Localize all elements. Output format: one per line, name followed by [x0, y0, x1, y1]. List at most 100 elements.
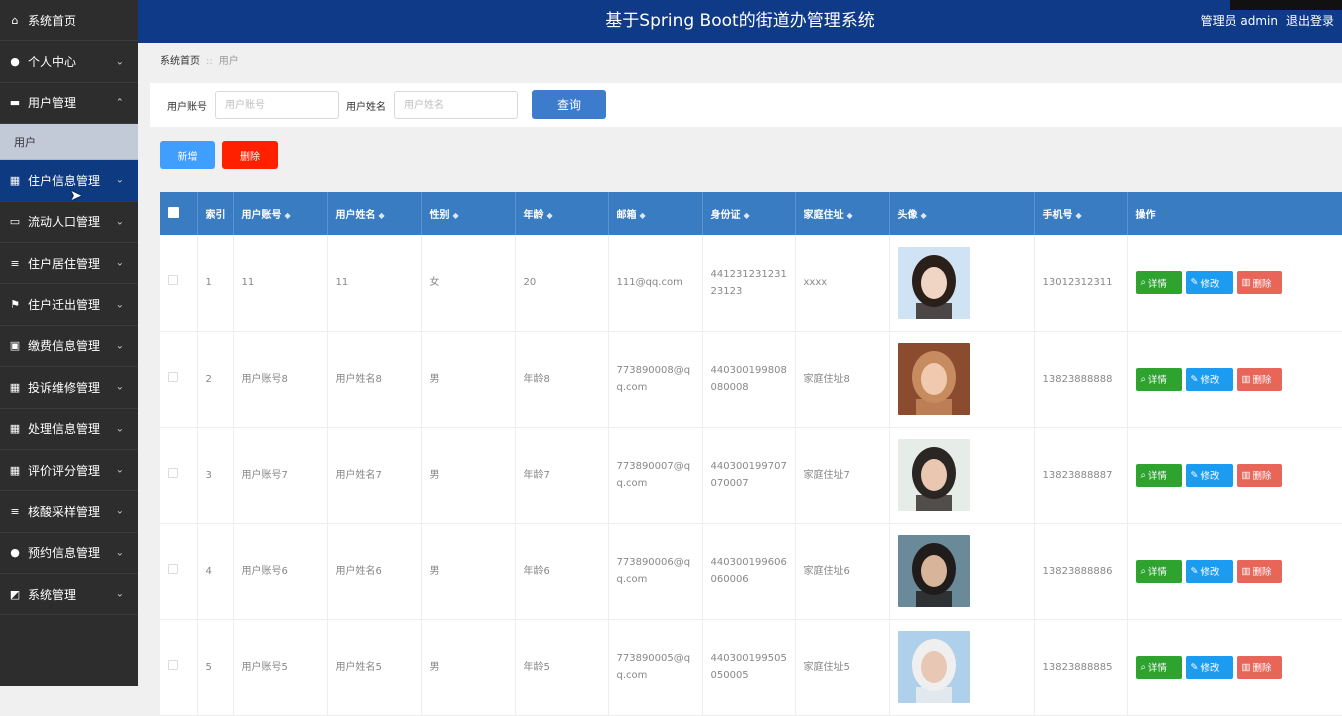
sidebar-item-appointment[interactable]: ● 预约信息管理 ⌄ [0, 533, 138, 575]
sidebar-item-payment[interactable]: ▣ 缴费信息管理 ⌄ [0, 326, 138, 368]
cell-age: 年龄5 [515, 619, 609, 716]
cell-index: 1 [197, 235, 234, 332]
header-avatar[interactable]: 头像 ◆ [889, 192, 1035, 235]
cell-avatar [889, 235, 1035, 332]
cell-phone: 13823888888 [1034, 331, 1128, 428]
chevron-down-icon: ⌄ [115, 588, 124, 600]
account-input[interactable] [215, 91, 339, 119]
delete-button[interactable]: ▥ 删除 [1236, 463, 1282, 487]
row-select-cell[interactable] [160, 427, 198, 524]
query-button[interactable]: 查询 [532, 90, 606, 119]
sidebar-item-user-management[interactable]: ▬ 用户管理 ⌃ [0, 83, 138, 125]
sort-icon[interactable]: ◆ [640, 211, 646, 220]
sidebar-item-move-out[interactable]: ⚑ 住户迁出管理 ⌄ [0, 284, 138, 326]
sidebar-item-system[interactable]: ◩ 系统管理 ⌄ [0, 574, 138, 616]
cell-phone: 13823888885 [1034, 619, 1128, 716]
cell-email: 773890005@qq.com [608, 619, 703, 716]
sort-icon[interactable]: ◆ [285, 211, 291, 220]
sidebar-item-label: 系统管理 [28, 587, 77, 602]
row-select-cell[interactable] [160, 523, 198, 620]
row-checkbox[interactable] [168, 371, 178, 382]
header-email[interactable]: 邮箱 ◆ [608, 192, 703, 235]
cell-id-card: 440300199808080008 [702, 331, 796, 428]
sidebar-item-nucleic-acid[interactable]: ≡ 核酸采样管理 ⌄ [0, 491, 138, 533]
edit-icon: ✎ [1190, 373, 1199, 385]
edit-button[interactable]: ✎ 修改 [1185, 463, 1233, 487]
delete-button[interactable]: ▥ 删除 [1236, 271, 1282, 295]
row-select-cell[interactable] [160, 619, 198, 716]
row-checkbox[interactable] [168, 467, 178, 478]
header-phone[interactable]: 手机号 ◆ [1034, 192, 1128, 235]
sidebar-item-home[interactable]: ⌂ 系统首页 [0, 0, 138, 42]
row-checkbox[interactable] [168, 275, 178, 286]
sidebar-item-personal-center[interactable]: ● 个人中心 ⌄ [0, 41, 138, 83]
top-header: 基于Spring Boot的街道办管理系统 管理员 admin 退出登录 [138, 0, 1342, 43]
sidebar-subitem-user[interactable]: 用户 [0, 124, 138, 161]
sidebar-item-floating-population[interactable]: ▭ 流动人口管理 ⌄ [0, 202, 138, 243]
sidebar-item-complaint[interactable]: ▦ 投诉维修管理 ⌄ [0, 367, 138, 409]
avatar-image [897, 439, 970, 511]
sort-icon[interactable]: ◆ [744, 211, 750, 220]
sidebar-item-processing[interactable]: ▦ 处理信息管理 ⌄ [0, 409, 138, 450]
delete-button[interactable]: ▥ 删除 [1236, 559, 1282, 583]
chevron-down-icon: ⌄ [115, 174, 124, 186]
sort-icon[interactable]: ◆ [453, 211, 459, 220]
breadcrumb-home[interactable]: 系统首页 [160, 56, 200, 67]
cell-name: 用户姓名7 [327, 427, 422, 524]
mouse-cursor-icon: ➤ [70, 188, 82, 204]
sort-icon[interactable]: ◆ [379, 211, 385, 220]
sort-icon[interactable]: ◆ [547, 211, 553, 220]
delete-button[interactable]: ▥ 删除 [1236, 367, 1282, 391]
row-checkbox[interactable] [168, 563, 178, 574]
row-select-cell[interactable] [160, 331, 198, 428]
name-input[interactable] [394, 91, 518, 119]
cell-actions: ⌕ 详情 ✎ 修改 ▥ 删除 [1127, 523, 1342, 620]
header-name[interactable]: 用户姓名 ◆ [327, 192, 422, 235]
avatar-image [897, 343, 970, 415]
cell-email: 111@qq.com [608, 235, 703, 332]
sort-icon[interactable]: ◆ [921, 211, 927, 220]
edit-button[interactable]: ✎ 修改 [1185, 559, 1233, 583]
header-gender[interactable]: 性别 ◆ [421, 192, 516, 235]
select-all-checkbox[interactable] [168, 206, 179, 218]
row-checkbox[interactable] [168, 659, 178, 670]
edit-button[interactable]: ✎ 修改 [1185, 367, 1233, 391]
cell-phone: 13823888887 [1034, 427, 1128, 524]
logout-link[interactable]: 退出登录 [1286, 14, 1334, 28]
header-id-card[interactable]: 身份证 ◆ [702, 192, 796, 235]
header-age[interactable]: 年龄 ◆ [515, 192, 609, 235]
sidebar-item-resident-info[interactable]: ▦ 住户信息管理 ⌄ [0, 160, 138, 202]
chevron-up-icon: ⌃ [115, 97, 124, 109]
cell-gender: 男 [421, 427, 516, 524]
breadcrumb: 系统首页:: 用户 [160, 52, 239, 67]
sidebar-item-label: 核酸采样管理 [28, 504, 101, 519]
list-icon: ≡ [10, 504, 20, 518]
row-select-cell[interactable] [160, 235, 198, 332]
edit-button[interactable]: ✎ 修改 [1185, 271, 1233, 295]
batch-delete-button[interactable]: 删除 [222, 141, 278, 169]
detail-button[interactable]: ⌕ 详情 [1135, 463, 1182, 487]
id-card-icon: ▬ [9, 96, 21, 110]
trash-icon: ▥ [1241, 565, 1251, 577]
sort-icon[interactable]: ◆ [1076, 211, 1082, 220]
header-account[interactable]: 用户账号 ◆ [233, 192, 328, 235]
sidebar-item-rating[interactable]: ▦ 评价评分管理 ⌄ [0, 450, 138, 492]
grid-icon: ▦ [9, 173, 21, 187]
list-icon: ≡ [10, 256, 20, 270]
breadcrumb-separator: :: [206, 56, 213, 67]
edit-icon: ✎ [1190, 661, 1199, 673]
detail-button[interactable]: ⌕ 详情 [1135, 655, 1182, 679]
edit-button[interactable]: ✎ 修改 [1185, 655, 1233, 679]
sidebar-item-residence[interactable]: ≡ 住户居住管理 ⌄ [0, 243, 138, 285]
header-address[interactable]: 家庭住址 ◆ [795, 192, 890, 235]
detail-button[interactable]: ⌕ 详情 [1135, 559, 1182, 583]
select-all-cell[interactable] [160, 192, 198, 235]
delete-button[interactable]: ▥ 删除 [1236, 655, 1282, 679]
detail-button[interactable]: ⌕ 详情 [1135, 271, 1182, 295]
detail-button[interactable]: ⌕ 详情 [1135, 367, 1182, 391]
cell-phone: 13012312311 [1034, 235, 1128, 332]
search-icon: ⌕ [1140, 661, 1146, 673]
add-button[interactable]: 新增 [160, 141, 215, 169]
chat-icon: ▭ [9, 215, 21, 229]
sort-icon[interactable]: ◆ [847, 211, 853, 220]
